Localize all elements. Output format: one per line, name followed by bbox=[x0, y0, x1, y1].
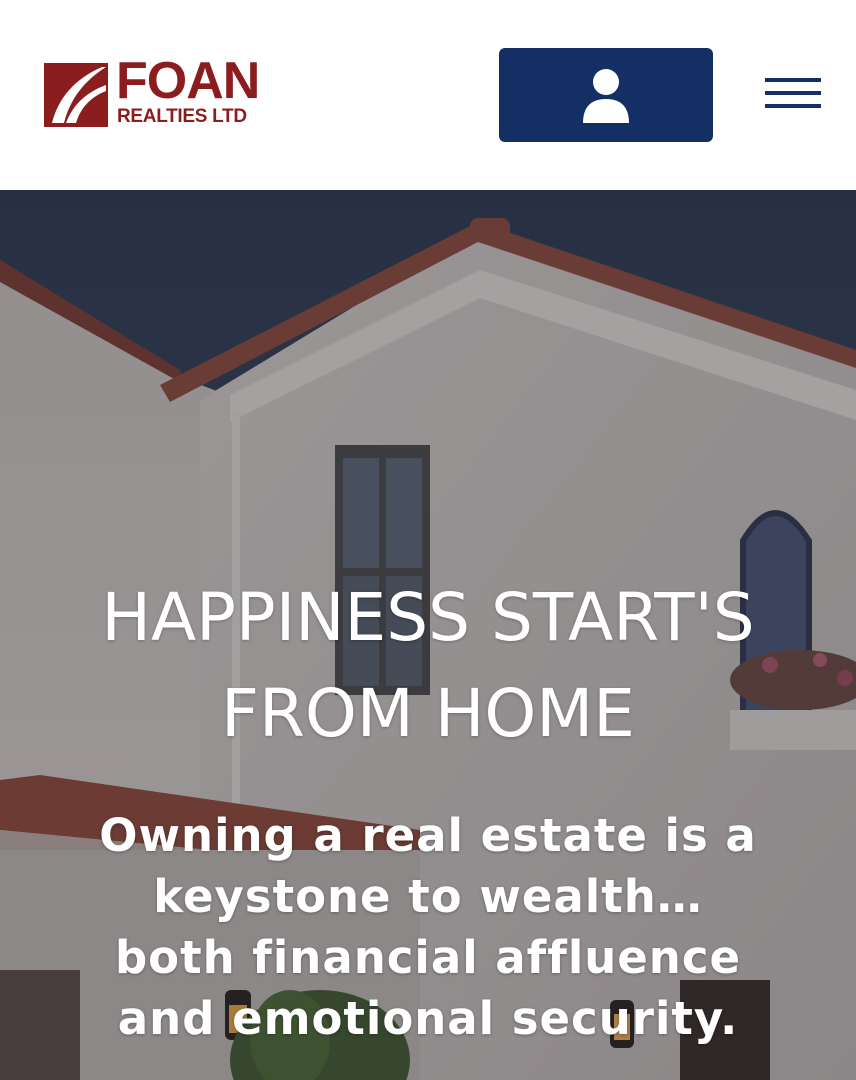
hero-title: HAPPINESS START'S FROM HOME bbox=[101, 579, 755, 752]
site-header: FOAN REALTIES LTD bbox=[0, 0, 856, 190]
hero-section: HAPPINESS START'S FROM HOME Owning a rea… bbox=[0, 190, 856, 1080]
logo-subtitle: REALTIES LTD bbox=[117, 106, 247, 127]
menu-line bbox=[765, 104, 821, 108]
menu-line bbox=[765, 78, 821, 82]
hero-subtitle: Owning a real estate is a keystone to we… bbox=[99, 809, 757, 1045]
user-icon bbox=[583, 69, 629, 123]
logo-mark-icon bbox=[44, 63, 108, 127]
account-button[interactable] bbox=[499, 48, 713, 142]
menu-line bbox=[765, 91, 821, 95]
brand-logo[interactable]: FOAN REALTIES LTD bbox=[44, 55, 274, 129]
hamburger-menu-icon[interactable] bbox=[765, 78, 821, 110]
logo-name: FOAN bbox=[116, 52, 260, 110]
